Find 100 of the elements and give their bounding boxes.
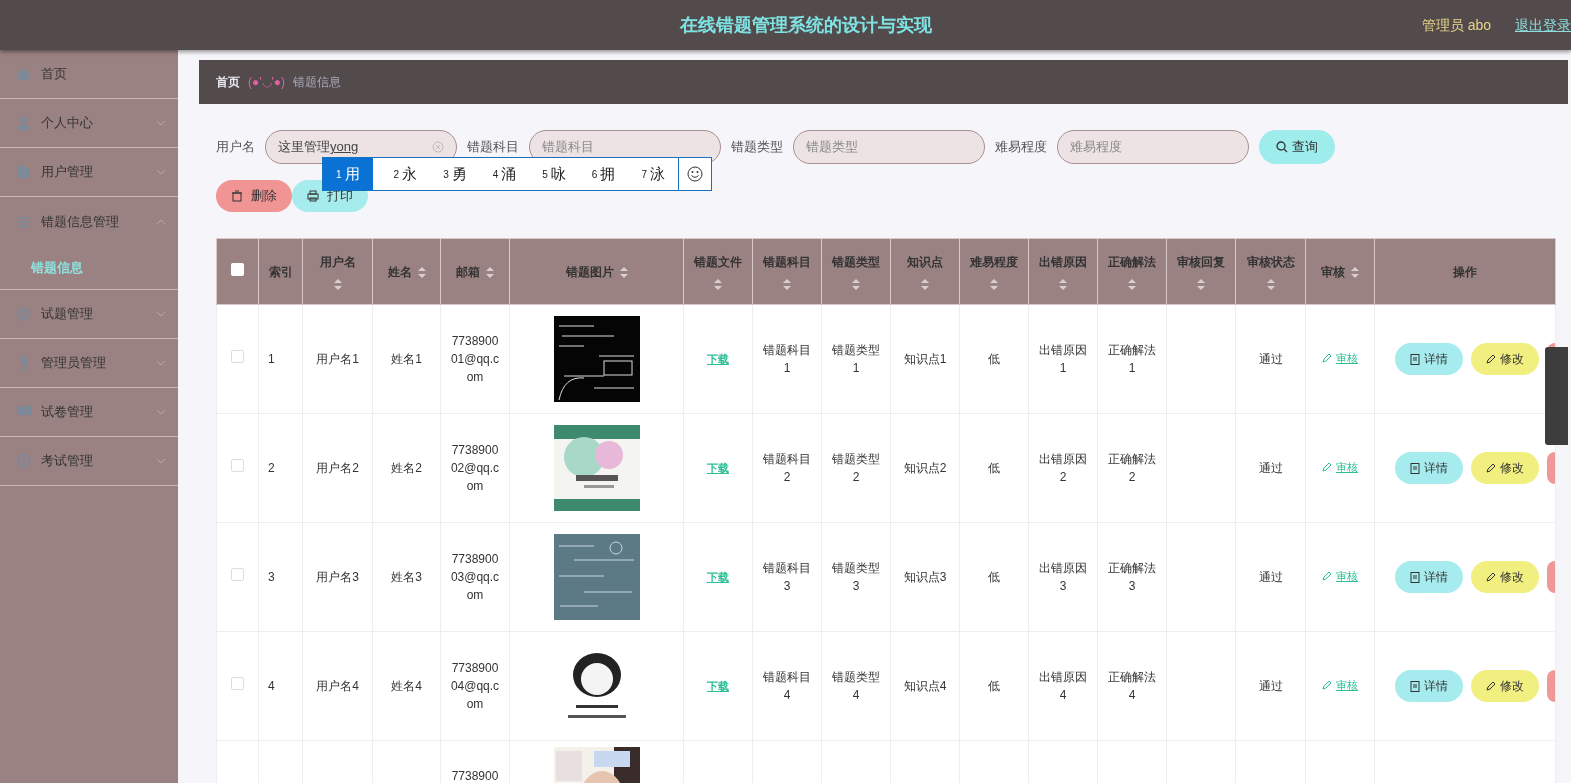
table-cell: 出错原因2 xyxy=(1039,452,1087,484)
admin-user: 管理员 abo xyxy=(1421,15,1491,35)
table-cell: 姓名2 xyxy=(391,461,422,475)
table-cell: 出错原因3 xyxy=(1039,561,1087,593)
column-header[interactable]: 姓名 xyxy=(372,238,441,305)
table-cell: 正确解法1 xyxy=(1108,343,1156,375)
detail-button[interactable]: 详情 xyxy=(1395,670,1463,702)
email-cell: 773890004@qq.com xyxy=(450,661,500,711)
review-link[interactable]: 审核 xyxy=(1322,567,1358,585)
column-header[interactable]: 审核 xyxy=(1305,238,1375,305)
table-cell: 错题科目3 xyxy=(763,561,811,593)
menu-item[interactable]: 用户管理 xyxy=(0,148,178,197)
status-cell: 通过 xyxy=(1258,352,1283,366)
detail-button[interactable]: 详情 xyxy=(1395,561,1463,593)
table-cell: 用户名4 xyxy=(316,679,359,693)
detail-button[interactable]: 详情 xyxy=(1395,343,1463,375)
column-header[interactable]: 错题类型 xyxy=(821,238,891,305)
emoticon: (●'◡'●) xyxy=(248,74,286,91)
table-cell: 知识点2 xyxy=(903,461,947,475)
column-header[interactable]: 操作 xyxy=(1374,238,1556,305)
download-link[interactable]: 下载 xyxy=(707,571,729,583)
column-header[interactable]: 错题科目 xyxy=(752,238,822,305)
system-title: 在线错题管理系统的设计与实现 xyxy=(680,13,932,37)
column-header[interactable]: 知识点 xyxy=(890,238,960,305)
ime-candidate[interactable]: 1 用 xyxy=(323,158,373,190)
field-label: 错题科目 xyxy=(467,138,519,157)
logout-link[interactable]: 退出登录 xyxy=(1515,14,1571,36)
table-cell: 低 xyxy=(988,352,1000,366)
table-cell: 正确解法3 xyxy=(1108,561,1156,593)
table-cell: 4 xyxy=(268,679,275,693)
menu-item[interactable]: 管理员管理 xyxy=(0,339,178,388)
column-header[interactable]: 出错原因 xyxy=(1028,238,1098,305)
table-cell: 1 xyxy=(268,352,275,366)
column-header[interactable]: 难易程度 xyxy=(959,238,1029,305)
table-cell: 错题科目2 xyxy=(763,452,811,484)
breadcrumb-current: 错题信息 xyxy=(293,74,342,91)
detail-button[interactable]: 详情 xyxy=(1395,452,1463,484)
edit-button[interactable]: 修改 xyxy=(1471,670,1539,702)
column-header[interactable]: 审核回复 xyxy=(1166,238,1236,305)
field-label: 难易程度 xyxy=(995,138,1047,157)
table-cell: 3 xyxy=(268,570,275,584)
email-cell: 7738900 xyxy=(451,769,499,783)
ime-candidate[interactable]: 4 涌 xyxy=(479,158,530,190)
table-cell: 错题类型3 xyxy=(832,561,880,593)
table-cell: 姓名4 xyxy=(391,679,422,693)
column-header[interactable]: 索引 xyxy=(258,238,303,305)
table-cell: 姓名3 xyxy=(391,570,422,584)
table-cell: 知识点3 xyxy=(903,570,947,584)
status-cell: 通过 xyxy=(1258,679,1283,693)
table-cell: 用户名2 xyxy=(316,461,359,475)
table-cell: 低 xyxy=(988,570,1000,584)
edit-button[interactable]: 修改 xyxy=(1471,452,1539,484)
table-cell: 2 xyxy=(268,461,275,475)
menu-item[interactable]: 试卷管理 xyxy=(0,388,178,437)
menu-item[interactable]: 首页 xyxy=(0,50,178,99)
email-cell: 773890002@qq.com xyxy=(450,443,500,493)
table-cell: 错题类型1 xyxy=(832,343,880,375)
delete-button[interactable]: 删除 xyxy=(216,180,292,212)
table-cell: 出错原因1 xyxy=(1039,343,1087,375)
table-cell: 出错原因4 xyxy=(1039,670,1087,702)
field-label: 错题类型 xyxy=(731,138,783,157)
review-link[interactable]: 审核 xyxy=(1322,676,1358,694)
breadcrumb-home[interactable]: 首页 xyxy=(216,73,240,91)
column-header[interactable]: 错题图片 xyxy=(509,238,684,305)
edit-button[interactable]: 修改 xyxy=(1471,561,1539,593)
field-label: 用户名 xyxy=(216,138,255,157)
input-field[interactable]: 错题类型 xyxy=(793,130,985,164)
input-field[interactable]: 难易程度 xyxy=(1057,130,1249,164)
table-cell: 错题类型4 xyxy=(832,670,880,702)
table-cell: 知识点1 xyxy=(903,352,947,366)
menu-item[interactable]: 试题管理 xyxy=(0,290,178,339)
column-header[interactable]: 错题文件 xyxy=(683,238,753,305)
search-button[interactable]: 查询 xyxy=(1259,130,1335,164)
table-cell: 错题类型2 xyxy=(832,452,880,484)
submenu-item[interactable]: 错题信息 xyxy=(0,246,178,290)
table-cell: 用户名1 xyxy=(316,352,359,366)
download-link[interactable]: 下载 xyxy=(707,680,729,692)
table-cell: 正确解法2 xyxy=(1108,452,1156,484)
table-cell: 错题科目1 xyxy=(763,343,811,375)
review-link[interactable]: 审核 xyxy=(1322,458,1358,476)
menu-item[interactable]: 个人中心 xyxy=(0,99,178,148)
menu-item[interactable]: 考试管理 xyxy=(0,437,178,486)
email-cell: 773890001@qq.com xyxy=(450,334,500,384)
table-cell: 低 xyxy=(988,461,1000,475)
status-cell: 通过 xyxy=(1258,570,1283,584)
table-cell: 低 xyxy=(988,679,1000,693)
email-cell: 773890003@qq.com xyxy=(450,552,500,602)
column-header[interactable]: 正确解法 xyxy=(1097,238,1167,305)
table-cell: 用户名3 xyxy=(316,570,359,584)
table-cell: 知识点4 xyxy=(903,679,947,693)
download-link[interactable]: 下载 xyxy=(707,462,729,474)
status-cell: 通过 xyxy=(1258,461,1283,475)
table-cell: 姓名1 xyxy=(391,352,422,366)
column-header[interactable]: 审核状态 xyxy=(1235,238,1306,305)
review-link[interactable]: 审核 xyxy=(1322,349,1358,367)
column-header[interactable]: 邮箱 xyxy=(440,238,510,305)
edit-button[interactable]: 修改 xyxy=(1471,343,1539,375)
download-link[interactable]: 下载 xyxy=(707,353,729,365)
column-header[interactable]: 用户名 xyxy=(302,238,373,305)
menu-item[interactable]: 错题信息管理 xyxy=(0,197,178,246)
